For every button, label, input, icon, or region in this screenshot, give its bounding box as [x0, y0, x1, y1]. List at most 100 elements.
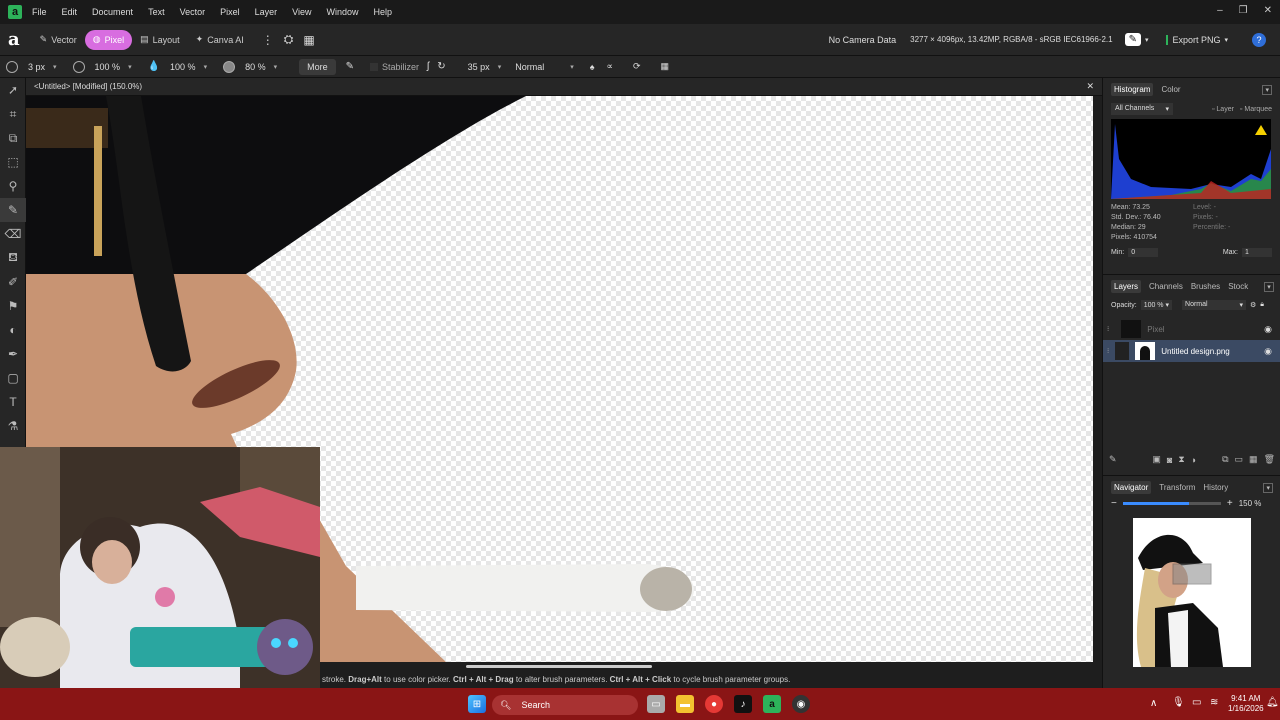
tab-brushes[interactable]: Brushes [1191, 282, 1220, 291]
layer-checkbox[interactable]: ▫ Layer [1212, 106, 1234, 113]
minimize-icon[interactable]: – [1217, 5, 1223, 16]
notification-icon[interactable]: 🔔︎ [1266, 697, 1279, 708]
brush-opacity-field[interactable]: 100 % ▾ [95, 62, 132, 72]
vertical-scrollbar[interactable] [1093, 96, 1102, 662]
close-document-icon[interactable]: ✕ [1086, 81, 1094, 92]
menu-vector[interactable]: Vector [180, 7, 206, 17]
gear-icon[interactable]: ⚙ [1250, 301, 1256, 309]
eraser-tool-icon[interactable]: ⌫ [0, 222, 26, 246]
taskbar-search[interactable]: 🔍︎ Search [492, 695, 638, 715]
persona-layout[interactable]: ▤ Layout [132, 30, 188, 50]
obs-icon[interactable]: ◉ [792, 695, 810, 713]
menu-layer[interactable]: Layer [255, 7, 278, 17]
menu-text[interactable]: Text [148, 7, 165, 17]
windows-start-icon[interactable]: ⊞ [468, 695, 486, 713]
microphone-icon[interactable]: 🎙︎ [1172, 697, 1185, 708]
clock[interactable]: 9:41 AM 1/16/2026 [1228, 694, 1264, 714]
text-tool-icon[interactable]: T [0, 390, 26, 414]
delete-icon[interactable]: 🗑︎ [1264, 454, 1275, 465]
eye-icon[interactable]: ◉ [1264, 324, 1272, 335]
tab-layers[interactable]: Layers [1111, 280, 1142, 293]
menu-help[interactable]: Help [374, 7, 393, 17]
brush-flow-field[interactable]: 100 % ▾ [170, 62, 207, 72]
persona-pixel[interactable]: ◍ Pixel [84, 29, 133, 50]
tab-history[interactable]: History [1203, 483, 1228, 492]
min-input[interactable]: 0 [1128, 248, 1159, 257]
document-tab[interactable]: <Untitled> [Modified] (150.0%) ✕ [26, 78, 1102, 96]
layer-row-untitled-design[interactable]: ⁝ Untitled design.png ◉ [1103, 340, 1280, 362]
persona-canva-ai[interactable]: ✦ Canva AI [188, 30, 252, 50]
tab-stock[interactable]: Stock [1228, 282, 1248, 291]
brush-size-field[interactable]: 35 px ▾ [468, 62, 502, 72]
tiktok-icon[interactable]: ♪ [734, 695, 752, 713]
menu-pixel[interactable]: Pixel [220, 7, 240, 17]
group-icon[interactable]: ▦ [1249, 454, 1258, 465]
layer-row-pixel[interactable]: ⁝ Pixel ◉ [1103, 318, 1280, 340]
eye-icon[interactable]: ◉ [1264, 346, 1272, 357]
tab-channels[interactable]: Channels [1149, 282, 1183, 291]
more-options-icon[interactable]: ⋮ [262, 33, 274, 47]
zoom-in-icon[interactable]: + [1227, 498, 1233, 509]
pattern-icon[interactable]: ▦ [661, 61, 670, 72]
grid-icon[interactable]: ▦ [303, 33, 314, 47]
tray-chevron-icon[interactable]: ∧ [1150, 698, 1157, 709]
affinity-icon[interactable]: a [763, 695, 781, 713]
stabilizer-mode-icon[interactable]: ʃ [427, 61, 429, 72]
marquee-checkbox[interactable]: ▫ Marquee [1240, 106, 1272, 113]
retouch-tool-icon[interactable]: ✐ [0, 270, 26, 294]
layer-expand-icon[interactable]: ⁝ [1107, 347, 1109, 355]
mask-icon[interactable]: ◙ [1167, 455, 1172, 465]
fill-tool-icon[interactable]: ⛾ [0, 246, 26, 270]
shape-tool-icon[interactable]: ▢ [0, 366, 26, 390]
close-icon[interactable]: ✕ [1264, 5, 1272, 16]
crop-tool-icon[interactable]: ⌗ [0, 102, 26, 126]
fx-icon[interactable]: ▣ [1152, 454, 1161, 465]
blend-mode-select[interactable]: Normal ▾ [515, 62, 574, 72]
duplicate-icon[interactable]: ⧉ [1222, 454, 1228, 465]
chevron-down-icon[interactable]: ▾ [1145, 36, 1149, 44]
brush-settings-icon[interactable]: ✎ [346, 61, 354, 72]
paint-brush-tool-icon[interactable]: ✎ [0, 198, 26, 222]
menu-file[interactable]: File [32, 7, 47, 17]
transform-tool-icon[interactable]: ⧉ [0, 126, 26, 150]
window-mode-icon[interactable]: ↻ [437, 61, 445, 72]
menu-view[interactable]: View [292, 7, 311, 17]
lock-icon[interactable]: 🔒︎ [1260, 301, 1264, 309]
brush-hardness-field[interactable]: 80 % ▾ [245, 62, 277, 72]
tab-navigator[interactable]: Navigator [1111, 481, 1152, 494]
layer-expand-icon[interactable]: ⁝ [1107, 325, 1109, 333]
assistant-icon[interactable]: ⛭ [284, 32, 294, 47]
edit-icon[interactable]: ✎ [1109, 454, 1117, 465]
max-input[interactable]: 1 [1242, 248, 1272, 257]
move-tool-icon[interactable]: ➚ [0, 78, 26, 102]
clone-tool-icon[interactable]: ⚑ [0, 294, 26, 318]
color-picker-icon[interactable]: ⚗ [0, 414, 26, 438]
marquee-tool-icon[interactable]: ⬚ [0, 150, 26, 174]
tab-transform[interactable]: Transform [1159, 483, 1195, 492]
tab-histogram[interactable]: Histogram [1111, 83, 1154, 96]
persona-vector[interactable]: ✎ Vector [32, 30, 85, 50]
selection-brush-icon[interactable]: ⚲ [0, 174, 26, 198]
refresh-icon[interactable]: ⟳ [633, 61, 641, 72]
opacity-field[interactable]: 100 % ▾ [1140, 300, 1173, 310]
panel-menu-icon[interactable]: ▾ [1263, 482, 1273, 493]
export-png-button[interactable]: Export PNG [1166, 34, 1220, 45]
pen-tool-icon[interactable]: ✒ [0, 342, 26, 366]
menu-window[interactable]: Window [326, 7, 358, 17]
more-button[interactable]: More [299, 58, 336, 75]
export-chevron-icon[interactable]: ▾ [1224, 36, 1228, 44]
help-icon[interactable]: ? [1252, 32, 1266, 47]
new-layer-icon[interactable]: ▭ [1235, 454, 1244, 465]
navigator-preview[interactable] [1133, 518, 1251, 667]
dodge-tool-icon[interactable]: ◐ [0, 318, 26, 342]
snapping-button[interactable]: ✎ [1124, 33, 1141, 46]
layer-blend-select[interactable]: Normal ▾ [1182, 300, 1247, 310]
zoom-value[interactable]: 150 % [1239, 499, 1262, 508]
zoom-out-icon[interactable]: − [1111, 498, 1117, 509]
live-filter-icon[interactable]: ◑ [1191, 455, 1196, 465]
display-icon[interactable]: ▭ [1192, 697, 1201, 708]
brush-width-field[interactable]: 3 px ▾ [28, 62, 57, 72]
tab-color[interactable]: Color [1161, 85, 1180, 94]
task-view-icon[interactable]: ▭ [647, 695, 665, 713]
file-explorer-icon[interactable]: ▬ [676, 695, 694, 713]
